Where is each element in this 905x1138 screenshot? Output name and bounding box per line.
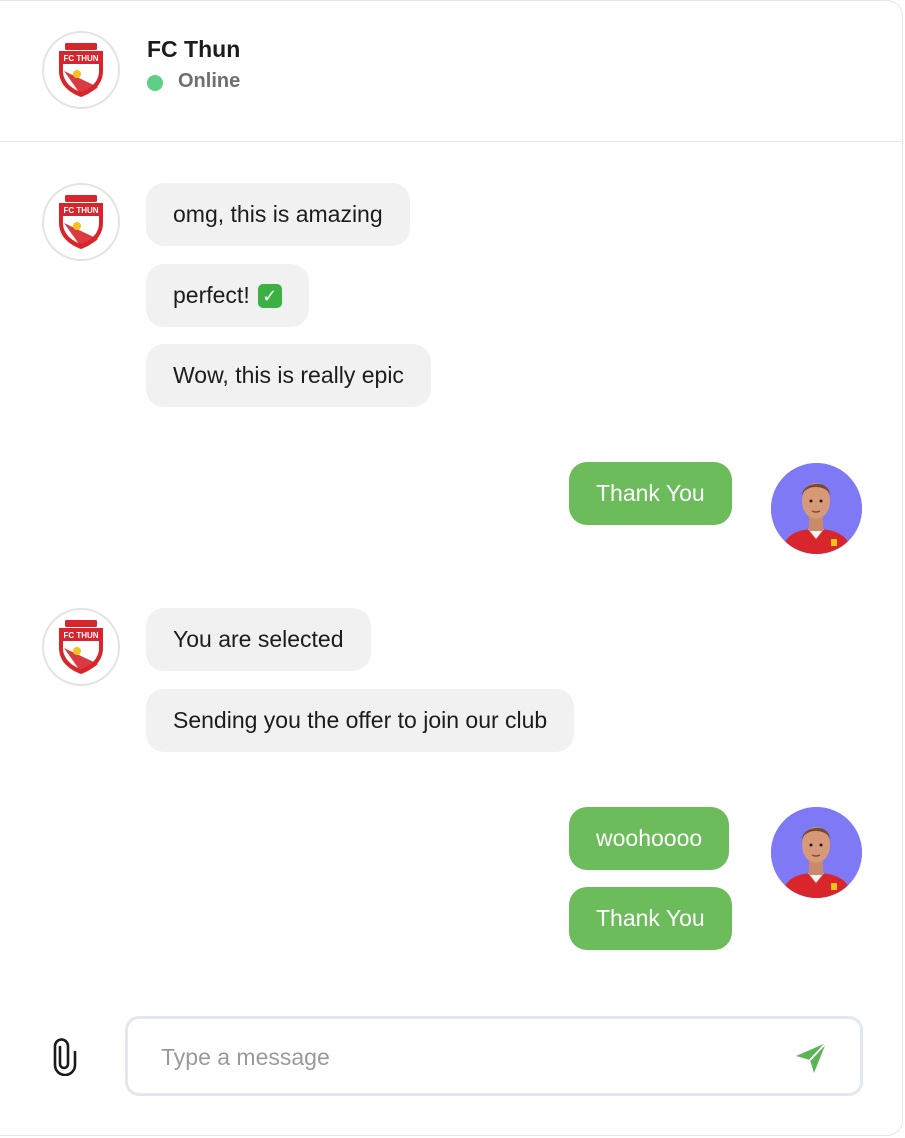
message-text: perfect!: [173, 282, 250, 308]
message-text: You are selected: [173, 626, 344, 652]
svg-text:FC THUN: FC THUN: [63, 206, 98, 215]
message-text: woohoooo: [596, 825, 703, 851]
svg-text:FC THUN: FC THUN: [63, 631, 98, 640]
attach-button[interactable]: [45, 1038, 79, 1077]
message-text: omg, this is amazing: [173, 201, 383, 227]
online-status-dot: [147, 75, 163, 91]
send-icon: [796, 1042, 827, 1073]
paperclip-icon: [53, 1038, 77, 1077]
svg-text:FC THUN: FC THUN: [63, 54, 98, 63]
online-status-text: Online: [178, 70, 241, 92]
check-mark-emoji-icon: ✓: [257, 283, 282, 308]
player-avatar[interactable]: [771, 463, 862, 554]
club-crest-icon: FC THUN: [59, 620, 103, 674]
club-avatar[interactable]: FC THUN: [42, 183, 120, 261]
club-avatar[interactable]: FC THUN: [42, 31, 120, 109]
incoming-message: omg, this is amazing: [146, 183, 410, 246]
incoming-message: Sending you the offer to join our club: [146, 689, 575, 752]
outgoing-message: Thank You: [569, 462, 732, 525]
club-avatar[interactable]: FC THUN: [42, 608, 120, 686]
outgoing-message: woohoooo: [569, 807, 730, 870]
chat-header: FC THUN FC Thun Online: [0, 0, 903, 142]
message-text: Thank You: [596, 480, 705, 506]
message-text: Wow, this is really epic: [173, 362, 404, 388]
player-photo-icon: [771, 807, 862, 898]
send-button[interactable]: [792, 1039, 830, 1077]
incoming-message: You are selected: [146, 608, 371, 671]
message-input[interactable]: [159, 1019, 763, 1095]
incoming-message: Wow, this is really epic: [146, 344, 431, 407]
player-avatar[interactable]: [771, 807, 862, 898]
chat-title: FC Thun: [147, 36, 241, 62]
outgoing-message: Thank You: [569, 887, 732, 950]
player-photo-icon: [771, 463, 862, 554]
message-text: Sending you the offer to join our club: [173, 707, 548, 733]
club-crest-icon: FC THUN: [59, 195, 103, 249]
message-text: Thank You: [596, 905, 705, 931]
chat-window: [0, 0, 903, 1136]
message-input-box: [125, 1016, 863, 1096]
club-crest-icon: FC THUN: [59, 43, 103, 97]
incoming-message: perfect! ✓: [146, 264, 309, 327]
